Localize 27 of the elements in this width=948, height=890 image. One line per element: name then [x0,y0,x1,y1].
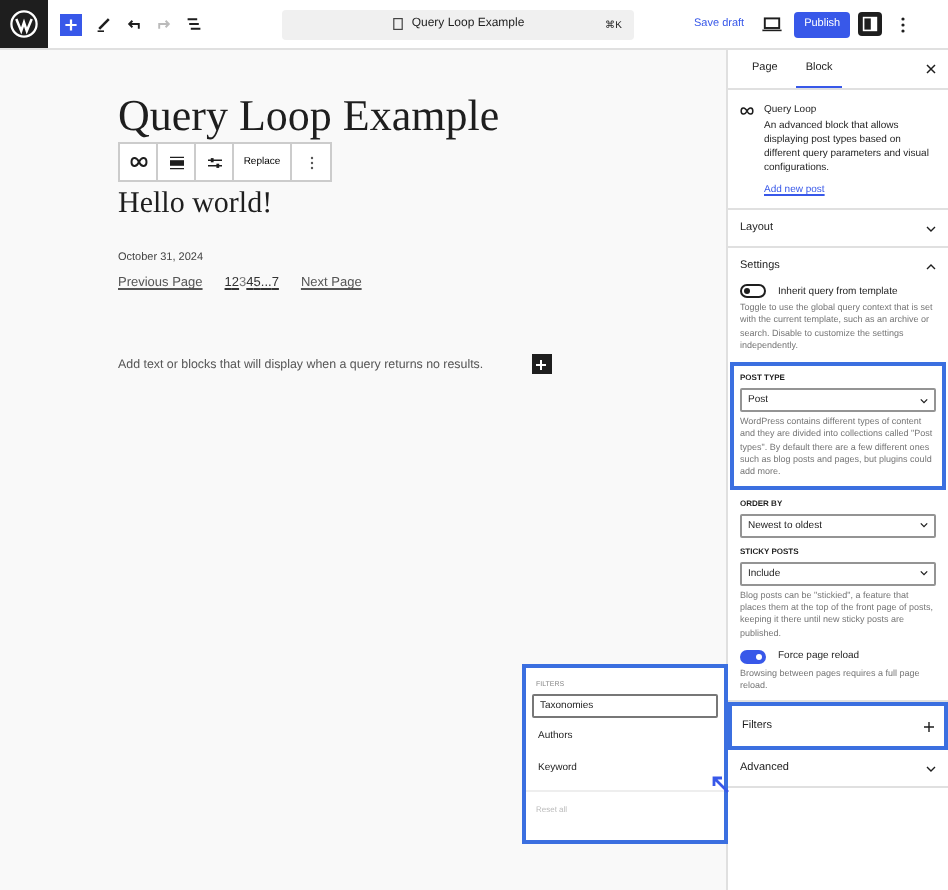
wordpress-logo[interactable] [0,0,48,48]
more-options-icon[interactable] [900,15,907,33]
chevron-down-icon [926,765,936,772]
chevron-down-icon [920,397,928,404]
align-icon [169,155,183,169]
page-title: Query Loop Example [118,92,502,140]
sliders-icon [207,155,221,169]
chevron-down-icon [920,570,928,577]
plus-icon [924,721,934,732]
sidebar-toggle-button[interactable] [858,12,883,36]
page-icon [391,18,404,30]
loop-icon [740,105,754,115]
plus-icon [536,359,547,369]
chevron-up-icon [926,263,936,269]
post-title: Hello world! [118,186,275,222]
chevron-down-icon [926,225,936,231]
pencil-icon[interactable] [96,16,112,32]
undo-icon[interactable] [126,16,142,32]
toggle-switch[interactable] [740,284,766,298]
loop-icon [129,156,147,168]
preview-icon[interactable] [762,16,783,32]
pointer-arrow [712,776,730,794]
chevron-down-icon [920,522,928,529]
add-block-button[interactable] [531,354,552,374]
list-view-icon[interactable] [186,16,202,32]
close-icon[interactable] [926,64,936,74]
toggle-switch[interactable] [740,649,766,664]
